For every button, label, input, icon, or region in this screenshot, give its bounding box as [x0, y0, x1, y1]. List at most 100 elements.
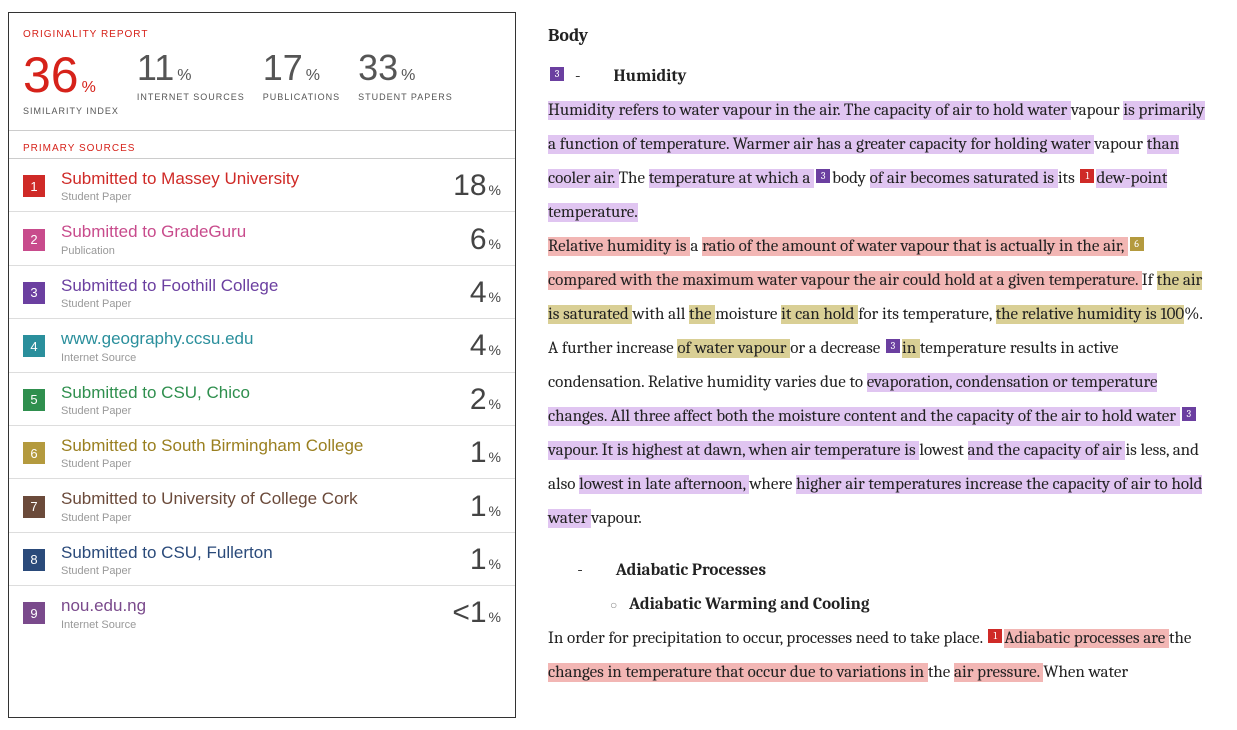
metric-value: 17 [263, 47, 303, 88]
match-chip-icon[interactable]: 1 [988, 629, 1002, 643]
source-title[interactable]: Submitted to South Birmingham College [61, 436, 470, 456]
metric-value: 33 [358, 47, 398, 88]
source-percent: <1% [452, 596, 501, 630]
match-highlight[interactable]: ratio of the amount of water vapour that… [702, 237, 1127, 256]
match-highlight[interactable]: Humidity refers to water vapour [548, 101, 775, 120]
match-chip-icon[interactable]: 3 [1182, 407, 1196, 421]
metric-unit: % [82, 79, 96, 96]
originality-report-panel: ORIGINALITY REPORT 36% SIMILARITY INDEX … [8, 12, 516, 718]
source-swatch: 5 [23, 389, 45, 411]
heading-adiabatic: Adiabatic Processes [616, 561, 766, 580]
source-row[interactable]: 3 Submitted to Foothill College Student … [9, 266, 515, 319]
metric-label: PUBLICATIONS [263, 92, 340, 102]
heading-body: Body [548, 18, 1211, 54]
match-chip-icon[interactable]: 3 [886, 339, 900, 353]
source-swatch: 6 [23, 442, 45, 464]
match-highlight[interactable]: temperature at which a [649, 169, 814, 188]
document-view[interactable]: Body 3 - Humidity Humidity refers to wat… [544, 12, 1229, 718]
source-type: Student Paper [61, 191, 453, 203]
match-chip-icon[interactable]: 1 [1080, 169, 1094, 183]
metric-internet-sources: 11% INTERNET SOURCES [137, 50, 245, 116]
primary-sources-label: PRIMARY SOURCES [9, 139, 515, 158]
source-title[interactable]: Submitted to GradeGuru [61, 222, 470, 242]
source-type: Student Paper [61, 458, 470, 470]
metric-label: STUDENT PAPERS [358, 92, 453, 102]
source-swatch: 1 [23, 175, 45, 197]
source-title[interactable]: Submitted to University of College Cork [61, 489, 470, 509]
source-title[interactable]: nou.edu.ng [61, 596, 452, 616]
source-type: Student Paper [61, 298, 470, 310]
match-highlight[interactable]: Warmer air has a greater capacity for ho… [733, 135, 1095, 154]
heading-humidity: Humidity [614, 67, 687, 86]
source-title[interactable]: Submitted to Foothill College [61, 276, 470, 296]
source-percent: 1% [470, 436, 501, 470]
match-highlight[interactable]: air pressure. [954, 663, 1043, 682]
paragraph-humidity-1: Humidity refers to water vapour in the a… [548, 94, 1211, 230]
source-swatch: 4 [23, 335, 45, 357]
metric-unit: % [401, 67, 415, 84]
match-highlight[interactable]: in the air. The capacity of air to hold … [775, 101, 1071, 120]
heading-humidity-row: 3 - Humidity [548, 60, 1211, 94]
match-highlight[interactable]: of air becomes saturated is [870, 169, 1058, 188]
match-highlight[interactable]: compared with the maximum water vapour t… [548, 271, 1142, 290]
source-swatch: 7 [23, 496, 45, 518]
match-highlight[interactable]: the [689, 305, 715, 324]
source-percent: 1% [470, 490, 501, 524]
metric-value: 36 [23, 47, 79, 103]
heading-adiabatic-sub-row: ○ Adiabatic Warming and Cooling [548, 588, 1211, 622]
match-highlight[interactable]: of water vapour [677, 339, 790, 358]
metric-value: 11 [137, 47, 174, 88]
source-title[interactable]: Submitted to Massey University [61, 169, 453, 189]
metric-similarity-index: 36% SIMILARITY INDEX [23, 50, 119, 116]
source-type: Student Paper [61, 405, 470, 417]
originality-report-label: ORIGINALITY REPORT [9, 25, 515, 44]
source-row[interactable]: 7 Submitted to University of College Cor… [9, 479, 515, 532]
source-type: Internet Source [61, 352, 470, 364]
match-highlight[interactable]: the relative humidity is 100 [996, 305, 1185, 324]
source-row[interactable]: 1 Submitted to Massey University Student… [9, 159, 515, 212]
metrics-row: 36% SIMILARITY INDEX 11% INTERNET SOURCE… [9, 44, 515, 131]
metric-publications: 17% PUBLICATIONS [263, 50, 340, 116]
source-percent: 4% [470, 329, 501, 363]
source-swatch: 3 [23, 282, 45, 304]
match-chip-icon[interactable]: 3 [550, 67, 564, 81]
source-row[interactable]: 6 Submitted to South Birmingham College … [9, 426, 515, 479]
source-type: Student Paper [61, 565, 470, 577]
source-percent: 2% [470, 383, 501, 417]
paragraph-humidity-2: Relative humidity is a ratio of the amou… [548, 230, 1211, 536]
source-row[interactable]: 2 Submitted to GradeGuru Publication 6% [9, 212, 515, 265]
match-highlight[interactable]: Adiabatic processes are [1004, 629, 1169, 648]
source-type: Publication [61, 245, 470, 257]
source-row[interactable]: 8 Submitted to CSU, Fullerton Student Pa… [9, 533, 515, 586]
source-row[interactable]: 4 www.geography.ccsu.edu Internet Source… [9, 319, 515, 372]
metric-student-papers: 33% STUDENT PAPERS [358, 50, 453, 116]
source-percent: 6% [470, 223, 501, 257]
source-title[interactable]: Submitted to CSU, Fullerton [61, 543, 470, 563]
metric-unit: % [306, 67, 320, 84]
paragraph-adiabatic: In order for precipitation to occur, pro… [548, 622, 1211, 690]
match-chip-icon[interactable]: 6 [1130, 237, 1144, 251]
source-title[interactable]: Submitted to CSU, Chico [61, 383, 470, 403]
metric-label: SIMILARITY INDEX [23, 106, 119, 116]
primary-sources-list: 1 Submitted to Massey University Student… [9, 158, 515, 639]
source-swatch: 8 [23, 549, 45, 571]
source-swatch: 2 [23, 229, 45, 251]
source-percent: 1% [470, 543, 501, 577]
heading-adiabatic-sub: Adiabatic Warming and Cooling [629, 595, 870, 614]
match-highlight[interactable]: lowest in late afternoon, [579, 475, 749, 494]
source-row[interactable]: 9 nou.edu.ng Internet Source <1% [9, 586, 515, 638]
source-row[interactable]: 5 Submitted to CSU, Chico Student Paper … [9, 373, 515, 426]
metric-unit: % [177, 67, 191, 84]
match-highlight[interactable]: Relative humidity is [548, 237, 690, 256]
match-highlight[interactable]: vapour. It is highest at dawn, when air … [548, 441, 919, 460]
source-swatch: 9 [23, 602, 45, 624]
source-type: Internet Source [61, 619, 452, 631]
match-highlight[interactable]: and the capacity of air [968, 441, 1126, 460]
match-chip-icon[interactable]: 3 [816, 169, 830, 183]
match-highlight[interactable]: in [902, 339, 920, 358]
source-title[interactable]: www.geography.ccsu.edu [61, 329, 470, 349]
match-highlight[interactable]: changes in temperature that occur due to… [548, 663, 928, 682]
match-highlight[interactable]: is [1123, 101, 1138, 120]
match-highlight[interactable]: it can hold [781, 305, 858, 324]
metric-label: INTERNET SOURCES [137, 92, 245, 102]
